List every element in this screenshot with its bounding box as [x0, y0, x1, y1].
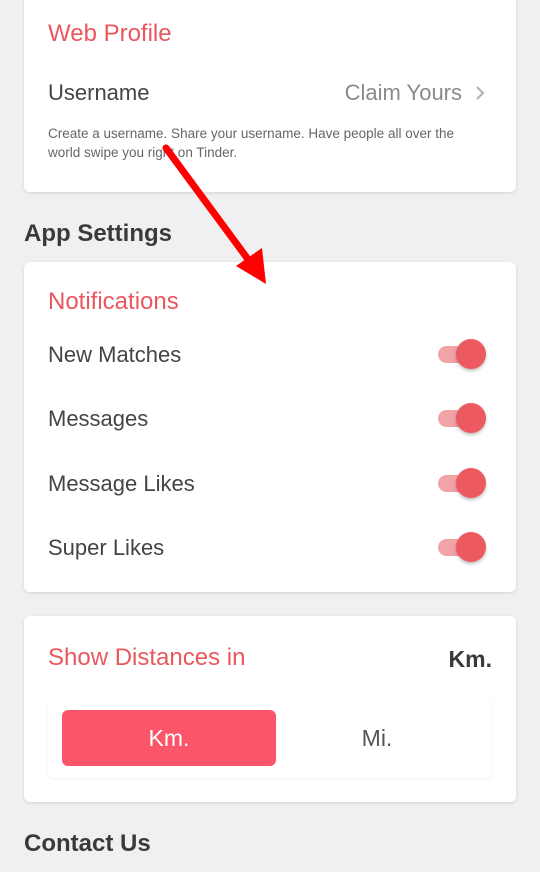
distance-unit-segmented-control: Km. Mi.: [48, 696, 492, 778]
new-matches-toggle[interactable]: [438, 339, 486, 369]
distance-title: Show Distances in: [48, 644, 246, 671]
contact-us-heading: Contact Us: [24, 830, 151, 857]
app-settings-heading: App Settings: [24, 220, 172, 247]
distance-card: Show Distances in Km. Km. Mi.: [24, 616, 516, 802]
notification-label-messages: Messages: [48, 406, 149, 431]
notifications-title: Notifications: [48, 288, 179, 315]
claim-username-link[interactable]: Claim Yours: [345, 80, 488, 106]
notification-label-new-matches: New Matches: [48, 342, 182, 367]
current-unit-value: Km.: [448, 646, 492, 672]
web-profile-card: Web Profile Username Claim Yours Create …: [24, 0, 516, 192]
username-label: Username: [48, 80, 150, 105]
notification-label-message-likes: Message Likes: [48, 471, 195, 496]
messages-toggle[interactable]: [438, 403, 486, 433]
message-likes-toggle[interactable]: [438, 468, 486, 498]
username-description: Create a username. Share your username. …: [48, 126, 454, 160]
claim-label: Claim Yours: [344, 80, 462, 105]
notifications-card: Notifications New Matches Messages Messa…: [24, 262, 516, 592]
chevron-right-icon: [476, 86, 485, 100]
web-profile-title: Web Profile: [48, 20, 172, 47]
notification-label-super-likes: Super Likes: [48, 535, 165, 560]
super-likes-toggle[interactable]: [438, 532, 486, 562]
mi-option-button[interactable]: Mi.: [270, 710, 484, 766]
km-option-button[interactable]: Km.: [62, 710, 276, 766]
